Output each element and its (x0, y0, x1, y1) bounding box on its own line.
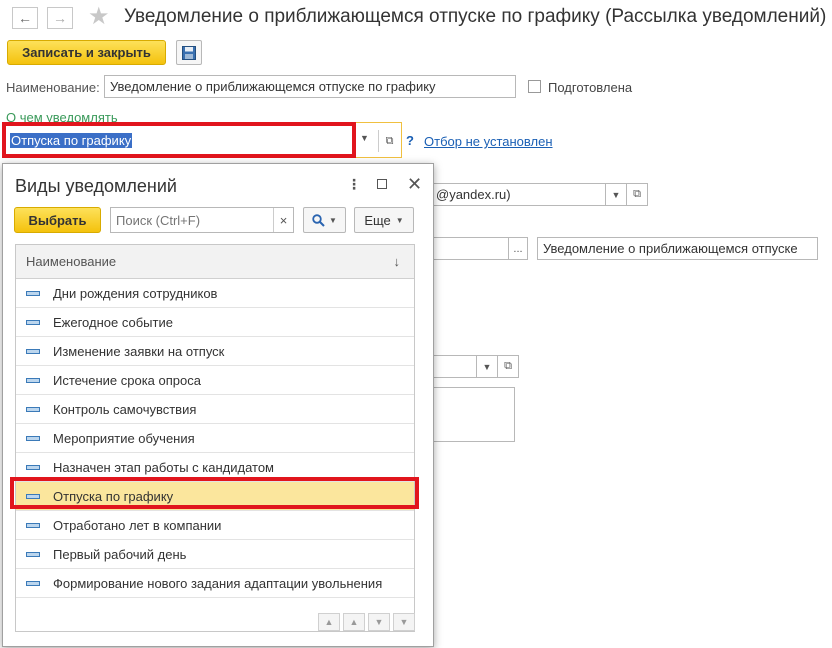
dropdown-arrow-icon: ▼ (482, 361, 492, 372)
arrow-right-icon: → (53, 10, 67, 26)
email-dropdown-button[interactable]: ▼ (605, 183, 627, 206)
search-options-button[interactable]: ▼ (303, 207, 346, 233)
dropdown-arrow-icon: ▼ (611, 189, 621, 200)
item-type-icon (26, 319, 40, 325)
table-row[interactable]: Формирование нового задания адаптации ув… (16, 569, 414, 598)
table-row[interactable]: Контроль самочувствия (16, 395, 414, 424)
magnifier-icon (312, 213, 325, 227)
prepared-checkbox[interactable] (528, 80, 541, 93)
mid-dropdown-button[interactable]: ▼ (476, 355, 498, 378)
item-type-icon (26, 348, 40, 354)
prev-page-icon: ▲ (349, 617, 359, 627)
table-row[interactable]: Мероприятие обучения (16, 424, 414, 453)
column-header-name: Наименование (26, 254, 117, 269)
name-field[interactable]: Уведомление о приближающемся отпуске по … (104, 75, 516, 98)
mid-open-button[interactable]: ⧉ (497, 355, 519, 378)
table-row[interactable]: Отработано лет в компании (16, 511, 414, 540)
open-icon[interactable]: ⧉ (378, 130, 400, 152)
table-body: Дни рождения сотрудников Ежегодное событи… (16, 279, 414, 598)
sort-icon: ↓ (393, 254, 401, 269)
type-field[interactable]: Отпуска по графику (10, 133, 133, 148)
row-label: Дни рождения сотрудников (53, 285, 218, 301)
more-label: Еще (364, 212, 391, 228)
save-button[interactable] (176, 40, 202, 65)
forward-button[interactable]: → (47, 7, 73, 29)
item-type-icon (26, 522, 40, 528)
hidden-textarea[interactable] (430, 387, 515, 442)
table-row[interactable]: Первый рабочий день (16, 540, 414, 569)
filter-link[interactable]: Отбор не установлен (424, 134, 553, 149)
more-actions-icon[interactable]: ⋮ (347, 176, 361, 193)
notification-types-popup: Виды уведомлений ⋮ ✕ Выбрать × ▼ Еще ▼ Н… (2, 163, 434, 647)
row-label: Контроль самочувствия (53, 401, 197, 417)
email-open-button[interactable]: ⧉ (626, 183, 648, 206)
floppy-disk-icon (182, 45, 196, 60)
item-type-icon (26, 435, 40, 441)
more-button[interactable]: Еще ▼ (354, 207, 414, 233)
first-page-button[interactable]: ▲ (318, 613, 340, 631)
select-button[interactable]: ... (508, 237, 528, 260)
row-label: Мероприятие обучения (53, 430, 195, 446)
search-box: × (110, 207, 294, 233)
row-label: Отработано лет в компании (53, 517, 222, 533)
row-label: Истечение срока опроса (53, 372, 201, 388)
open-icon: ⧉ (633, 188, 641, 200)
subject-field[interactable]: Уведомление о приближающемся отпуске (537, 237, 818, 260)
popup-title: Виды уведомлений (15, 176, 177, 196)
table-row[interactable]: Ежегодное событие (16, 308, 414, 337)
row-label: Изменение заявки на отпуск (53, 343, 225, 359)
back-button[interactable]: ← (12, 7, 38, 29)
row-label: Первый рабочий день (53, 546, 187, 562)
item-type-icon (26, 406, 40, 412)
next-page-button[interactable]: ▼ (368, 613, 390, 631)
clear-search-button[interactable]: × (273, 208, 293, 232)
help-mark[interactable]: ? (406, 133, 414, 148)
arrow-left-icon: ← (18, 10, 32, 26)
chevron-down-icon: ▼ (395, 215, 404, 225)
close-icon[interactable]: ✕ (407, 174, 422, 195)
table-row[interactable]: Истечение срока опроса (16, 366, 414, 395)
star-icon[interactable]: ★ (88, 2, 110, 31)
open-icon: ⧉ (504, 360, 512, 372)
table-row[interactable]: Дни рождения сотрудников (16, 279, 414, 308)
item-type-icon (26, 464, 40, 470)
name-label: Наименование: (6, 80, 100, 95)
search-input[interactable] (111, 209, 273, 231)
item-type-icon (26, 290, 40, 296)
next-page-icon: ▼ (374, 617, 384, 627)
maximize-icon[interactable] (377, 179, 387, 189)
selected-row-highlight (10, 477, 419, 509)
table-row[interactable]: Изменение заявки на отпуск (16, 337, 414, 366)
prepared-label: Подготовлена (548, 80, 633, 95)
hidden-field-left[interactable] (430, 237, 510, 260)
prev-page-button[interactable]: ▲ (343, 613, 365, 631)
row-label: Ежегодное событие (53, 314, 173, 330)
first-page-icon: ▲ (324, 617, 334, 627)
row-label: Формирование нового задания адаптации ув… (53, 575, 383, 591)
item-type-icon (26, 551, 40, 557)
dropdown-arrow-icon[interactable]: ▼ (360, 133, 369, 143)
select-button[interactable]: Выбрать (14, 207, 101, 233)
last-page-icon: ▼ (399, 617, 409, 627)
last-page-button[interactable]: ▼ (393, 613, 415, 631)
hidden-field-mid[interactable] (430, 355, 478, 378)
types-table: Наименование ↓ Дни рождения сотрудников Е… (15, 244, 415, 632)
page-title: Уведомление о приближающемся отпуске по … (124, 6, 827, 27)
item-type-icon (26, 377, 40, 383)
save-close-button[interactable]: Записать и закрыть (7, 40, 166, 65)
table-header[interactable]: Наименование ↓ (16, 245, 414, 279)
email-field[interactable]: @yandex.ru) (430, 183, 606, 206)
chevron-down-icon: ▼ (329, 215, 337, 225)
row-label: Назначен этап работы с кандидатом (53, 459, 274, 475)
item-type-icon (26, 580, 40, 586)
